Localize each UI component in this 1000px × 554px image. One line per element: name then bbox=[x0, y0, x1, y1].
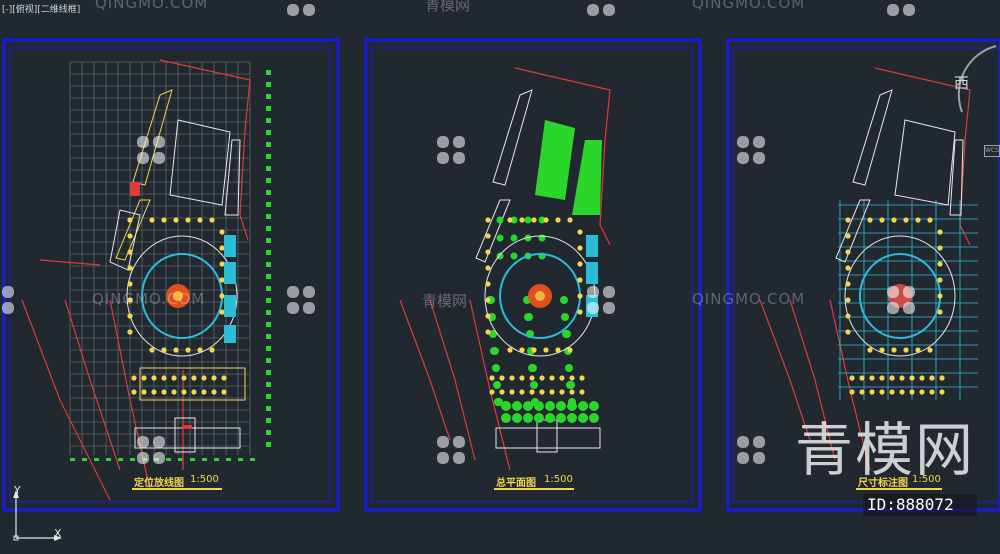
watermark-logo-icon bbox=[287, 286, 315, 314]
watermark-logo-icon bbox=[437, 136, 465, 164]
ucs-y-label: Y bbox=[14, 484, 21, 497]
watermark-text: QINGMO.COM bbox=[692, 0, 806, 12]
watermark-logo-icon bbox=[887, 286, 915, 314]
watermark-logo-icon bbox=[137, 436, 165, 464]
watermark-logo-icon bbox=[137, 136, 165, 164]
viewcube-icon[interactable] bbox=[940, 40, 1000, 160]
watermark-logo-icon bbox=[287, 4, 315, 16]
watermark-logo-icon bbox=[587, 286, 615, 314]
title-underline bbox=[856, 488, 942, 490]
model-viewport[interactable]: [-][俯视][二维线框] 定位放线图 1:500 总平面图 1:500 尺寸标… bbox=[0, 0, 1000, 554]
watermark-text-cn: 青模网 bbox=[425, 0, 471, 14]
watermark-logo-icon bbox=[587, 4, 615, 16]
watermark-logo-icon bbox=[737, 436, 765, 464]
viewcube-direction-label[interactable]: 西 bbox=[954, 72, 969, 93]
watermark-text: QINGMO.COM bbox=[92, 290, 206, 308]
watermark-text: QINGMO.COM bbox=[95, 0, 209, 12]
resource-id-label: ID:888072 bbox=[863, 494, 977, 516]
wcs-menu-button[interactable]: WCS bbox=[984, 145, 1000, 157]
watermark-logo-icon bbox=[737, 136, 765, 164]
ucs-x-label: X bbox=[54, 527, 62, 540]
watermark-text-cn: 青模网 bbox=[422, 292, 468, 310]
watermark-logo-icon bbox=[437, 436, 465, 464]
watermark-logo-icon bbox=[2, 286, 14, 314]
watermark-brand-large: 青模网 bbox=[795, 416, 976, 484]
watermark-logo-icon bbox=[887, 4, 915, 16]
watermark-text: QINGMO.COM bbox=[692, 290, 806, 308]
